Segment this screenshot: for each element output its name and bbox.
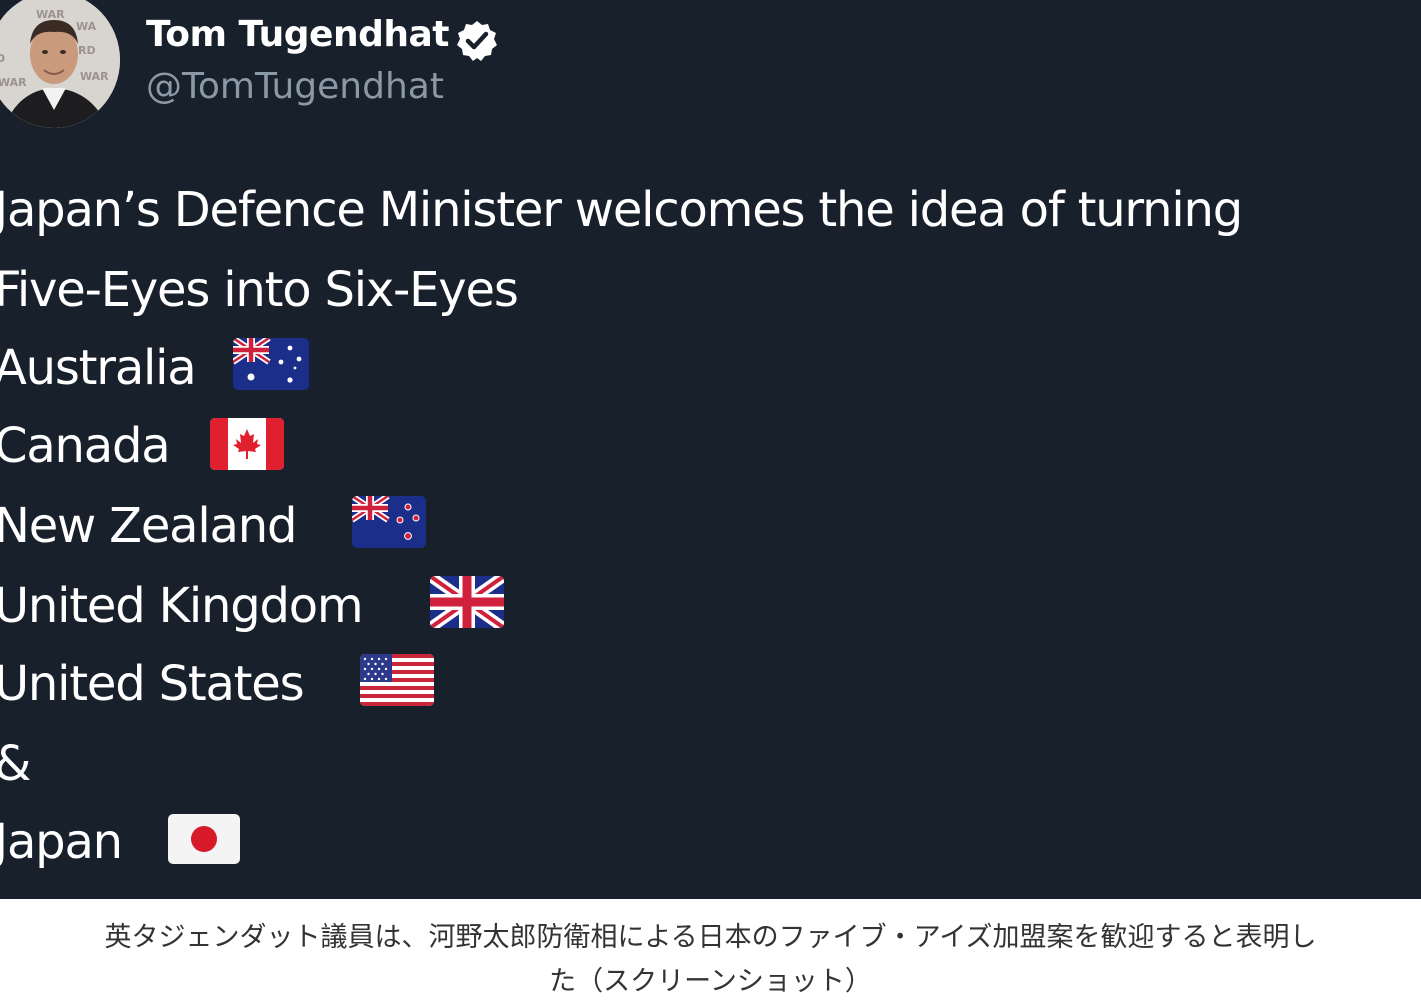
australia-flag-icon <box>233 338 309 390</box>
caption-line-2: た（スクリーンショット） <box>549 966 872 997</box>
image-caption: 英タジェンダット議員は、河野太郎防衛相による日本のファイブ・アイズ加盟案を歓迎す… <box>0 899 1421 1007</box>
country-united-states: United States <box>0 656 305 712</box>
country-united-kingdom: United Kingdom <box>0 578 364 634</box>
svg-text:WAR: WAR <box>36 8 65 21</box>
avatar[interactable]: WAR WA RD WAR D WAR <box>0 0 120 128</box>
japan-flag-icon <box>168 814 240 864</box>
caption-line-1: 英タジェンダット議員は、河野太郎防衛相による日本のファイブ・アイズ加盟案を歓迎す… <box>104 922 1317 953</box>
verified-badge-icon <box>455 19 499 63</box>
country-australia: Australia <box>0 340 197 396</box>
svg-text:WAR: WAR <box>80 70 109 83</box>
united-kingdom-flag-icon <box>430 576 504 628</box>
tweet-text-line-1: Japan’s Defence Minister welcomes the id… <box>0 182 1243 238</box>
tweet-text-line-2: Five-Eyes into Six-Eyes <box>0 262 519 318</box>
united-states-flag-icon <box>360 654 434 706</box>
country-japan: Japan <box>0 814 123 870</box>
svg-text:WAR: WAR <box>0 76 27 89</box>
country-new-zealand: New Zealand <box>0 498 297 554</box>
author-handle[interactable]: @TomTugendhat <box>146 66 444 107</box>
ampersand: & <box>0 734 31 794</box>
new-zealand-flag-icon <box>352 496 426 548</box>
svg-text:RD: RD <box>78 44 96 57</box>
tweet-card: WAR WA RD WAR D WAR Tom Tugendhat @TomTu… <box>0 0 1421 899</box>
canada-flag-icon <box>210 418 284 470</box>
author-name[interactable]: Tom Tugendhat <box>146 14 450 55</box>
svg-text:WA: WA <box>76 20 97 33</box>
svg-text:D: D <box>0 52 5 65</box>
country-canada: Canada <box>0 418 171 474</box>
